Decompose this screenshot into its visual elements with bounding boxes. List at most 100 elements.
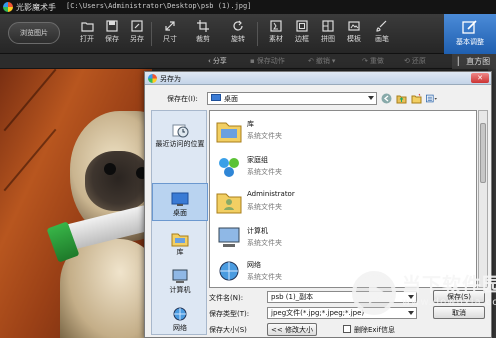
item-type: 系统文件夹 <box>247 168 282 176</box>
place-desktop[interactable]: 桌面 <box>152 183 208 221</box>
browse-images-button[interactable]: 浏览图片 <box>8 22 60 44</box>
photo-dog-face <box>85 151 151 211</box>
resize-icon <box>163 19 177 32</box>
filetype-label: 保存类型(T): <box>209 310 250 318</box>
file-list-scrollbar[interactable] <box>478 110 488 288</box>
template-button[interactable]: 模板 <box>339 19 369 49</box>
rotate-button[interactable]: 旋转 <box>223 19 253 49</box>
share-button[interactable]: ‹ 分享 <box>208 56 227 66</box>
library-folder-icon <box>216 122 242 143</box>
desktop-icon <box>171 192 189 206</box>
save-label: 保存 <box>105 35 119 43</box>
chevron-down-icon <box>368 96 374 100</box>
computer-icon <box>218 227 240 247</box>
dialog-title: 另存为 <box>160 75 181 83</box>
scrollbar-thumb[interactable] <box>480 123 486 183</box>
photo-canvas[interactable] <box>0 69 152 338</box>
redo-icon: ↷ <box>362 57 368 65</box>
homegroup-icon <box>219 158 239 177</box>
site-watermark: 当下软件园 www.downxia.com <box>352 268 496 318</box>
histogram-button[interactable]: ▏ 直方图 <box>452 54 496 69</box>
dialog-close-button[interactable]: ✕ <box>471 73 489 83</box>
save-action-button[interactable]: ▪ 保存动作 <box>250 56 285 66</box>
redo-button[interactable]: ↷ 重做 <box>362 56 384 66</box>
watermark-url: www.downxia.com <box>402 297 496 308</box>
place-library[interactable]: 库 <box>152 221 208 259</box>
list-item[interactable]: 计算机 系统文件夹 <box>216 223 466 253</box>
restore-label: 还原 <box>411 57 426 65</box>
brush-label: 画笔 <box>375 35 389 43</box>
save-in-dropdown[interactable]: 桌面 <box>207 92 377 105</box>
filename-label: 文件名(N): <box>209 294 244 302</box>
list-item[interactable]: 家庭组 系统文件夹 <box>216 152 466 182</box>
place-computer[interactable]: 计算机 <box>152 259 208 297</box>
library-icon <box>171 233 189 247</box>
template-label: 模板 <box>347 35 361 43</box>
item-name: 网络 <box>247 261 261 269</box>
play-icon <box>369 282 385 304</box>
place-network[interactable]: 网络 <box>152 297 208 335</box>
dialog-logo-icon <box>148 74 157 83</box>
place-recent-label: 最近访问的位置 <box>155 140 205 148</box>
title-bar: 光影魔术手 [C:\Users\Administrator\Desktop\ps… <box>0 0 496 14</box>
computer-icon <box>172 269 188 283</box>
view-menu-icon[interactable] <box>426 92 437 104</box>
item-type: 系统文件夹 <box>247 132 282 140</box>
undo-button[interactable]: ↶ 撤销 ▾ <box>308 56 335 66</box>
tab-basic-adjust[interactable]: 基本调整 <box>444 14 496 54</box>
network-icon <box>173 307 187 321</box>
place-desktop-label: 桌面 <box>173 209 187 217</box>
place-recent[interactable]: 最近访问的位置 <box>152 113 208 151</box>
photo-floor-line <box>3 128 57 192</box>
item-type: 系统文件夹 <box>247 239 282 247</box>
resize-button[interactable]: 尺寸 <box>155 19 185 49</box>
save-as-button[interactable]: 另存 <box>122 19 152 49</box>
filesize-label: 保存大小(S) <box>209 326 247 334</box>
app-name: 光影魔术手 <box>16 3 56 12</box>
remove-exif-checkbox[interactable] <box>343 325 351 333</box>
edit-adjust-icon <box>462 19 478 34</box>
item-name: 计算机 <box>247 227 268 235</box>
redo-label: 重做 <box>369 57 384 65</box>
template-icon <box>347 19 361 32</box>
list-item[interactable]: 库 系统文件夹 <box>216 116 466 146</box>
toolbar-separator <box>257 22 258 46</box>
filetype-value: jpeg文件(*.jpg;*.jpeg;*.jpe) <box>271 309 365 317</box>
restore-button[interactable]: ⟲ 还原 <box>404 56 426 66</box>
file-list: 库 系统文件夹 家庭组 系统文件夹 Administrator 系统文件夹 计算… <box>209 110 477 288</box>
up-folder-icon[interactable] <box>396 92 407 104</box>
secondary-toolbar: ‹ 分享 ▪ 保存动作 ↶ 撤销 ▾ ↷ 重做 ⟲ 还原 ▏ 直方图 <box>0 54 496 69</box>
resize-label: 尺寸 <box>163 35 177 43</box>
toolbar-separator <box>151 22 152 46</box>
back-icon[interactable] <box>381 92 392 104</box>
crop-button[interactable]: 裁剪 <box>188 19 218 49</box>
share-label: 分享 <box>212 57 227 65</box>
save-action-icon: ▪ <box>250 57 255 65</box>
histogram-label: 直方图 <box>466 57 491 66</box>
list-item[interactable]: Administrator 系统文件夹 <box>216 187 466 217</box>
resize-toggle-button[interactable]: << 修改大小 <box>267 323 317 336</box>
filename-value: psb (1)_副本 <box>271 293 314 301</box>
open-label: 打开 <box>80 35 94 43</box>
save-as-icon <box>130 19 144 32</box>
main-toolbar: 浏览图片 打开 保存 另存 尺寸 裁剪 旋转 素材 边框 拼图 模板 画笔 基本… <box>0 14 496 54</box>
network-icon <box>219 261 239 281</box>
collage-label: 拼图 <box>321 35 335 43</box>
save-action-label: 保存动作 <box>256 57 285 65</box>
border-icon <box>295 19 309 32</box>
crop-icon <box>196 19 210 32</box>
open-icon <box>80 19 94 32</box>
undo-icon: ↶ <box>308 57 314 65</box>
user-folder-icon <box>216 193 242 214</box>
share-icon: ‹ <box>208 57 211 65</box>
material-label: 素材 <box>269 35 283 43</box>
item-name: 库 <box>247 120 254 128</box>
material-icon <box>269 19 283 32</box>
watermark-title: 当下软件园 <box>402 274 496 296</box>
app-logo-icon <box>3 2 13 12</box>
rotate-label: 旋转 <box>231 35 245 43</box>
rotate-icon <box>231 19 245 32</box>
new-folder-icon[interactable] <box>411 92 422 104</box>
brush-button[interactable]: 画笔 <box>367 19 397 49</box>
item-name: 家庭组 <box>247 156 268 164</box>
